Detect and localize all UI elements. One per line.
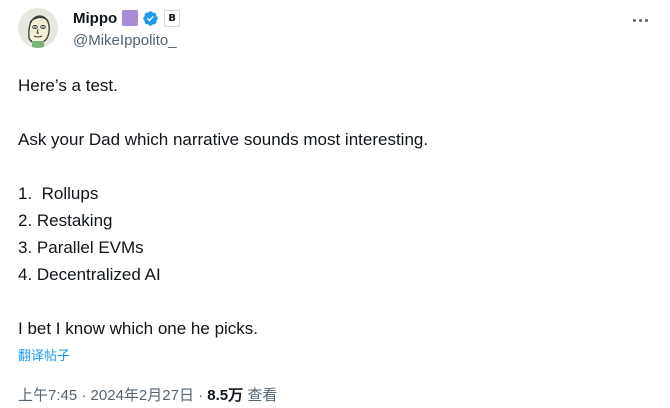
handle[interactable]: @MikeIppolito_ bbox=[73, 32, 180, 49]
avatar[interactable] bbox=[18, 8, 58, 48]
tweet-time[interactable]: 上午7:45 bbox=[18, 387, 77, 404]
more-icon-dot bbox=[644, 18, 648, 22]
translate-post-link[interactable]: 翻译帖子 bbox=[18, 345, 70, 364]
name-row: Mippo B bbox=[73, 8, 181, 28]
tweet-line: Here’s a test. bbox=[18, 76, 118, 95]
tweet-text: Here’s a test. Ask your Dad which narrat… bbox=[18, 72, 648, 342]
avatar-image bbox=[18, 8, 58, 48]
views-count: 8.5万 bbox=[207, 387, 244, 404]
tweet-line: 1. Rollups bbox=[18, 184, 99, 203]
views-label: 查看 bbox=[247, 387, 278, 404]
tweet-date[interactable]: 2024年2月27日 bbox=[91, 387, 194, 404]
verified-badge-icon[interactable] bbox=[142, 10, 159, 27]
tweet-line: Ask your Dad which narrative sounds most… bbox=[18, 130, 429, 149]
tweet-line: I bet I know which one he picks. bbox=[18, 319, 259, 338]
author-info: Mippo B @MikeIppolito_ bbox=[73, 8, 181, 49]
tweet-line-blank bbox=[18, 153, 648, 180]
affiliate-badge-icon[interactable]: B bbox=[164, 9, 181, 27]
tweet-line: 3. Parallel EVMs bbox=[18, 238, 144, 257]
more-icon-dot bbox=[638, 18, 642, 22]
more-options-button[interactable] bbox=[626, 10, 654, 30]
meta-separator: · bbox=[198, 387, 204, 404]
tweet-meta: 上午7:45 · 2024年2月27日 · 8.5万 查看 bbox=[18, 384, 277, 405]
tweet-line-blank bbox=[18, 288, 648, 315]
tweet-line-blank bbox=[18, 99, 648, 126]
tweet-line: 4. Decentralized AI bbox=[18, 265, 161, 284]
purple-square-emoji-icon bbox=[122, 10, 139, 26]
meta-separator: · bbox=[81, 387, 87, 404]
more-icon-dot bbox=[632, 18, 636, 22]
tweet: Mippo B @MikeIppolito_ Here’s a test. As… bbox=[0, 0, 670, 408]
tweet-line: 2. Restaking bbox=[18, 211, 113, 230]
display-name[interactable]: Mippo bbox=[73, 10, 117, 27]
